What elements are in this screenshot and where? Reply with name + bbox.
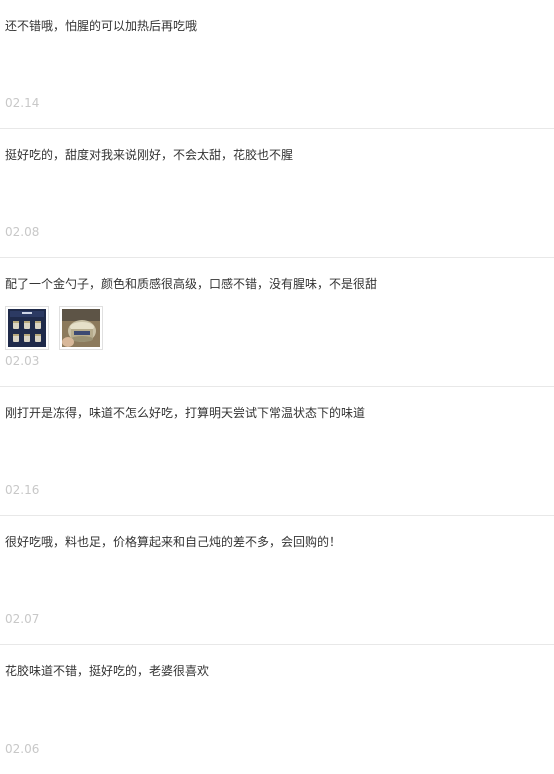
gift-box-photo <box>8 309 46 347</box>
review-item: 还不错哦，怕腥的可以加热后再吃哦 02.14 <box>0 0 554 129</box>
review-photos <box>5 306 103 350</box>
review-text: 很好吃哦，料也足，价格算起来和自己炖的差不多，会回购的！ <box>5 535 342 549</box>
review-date: 02.16 <box>5 483 40 497</box>
review-list: 还不错哦，怕腥的可以加热后再吃哦 02.14 挺好吃的，甜度对我来说刚好，不会太… <box>0 0 554 774</box>
review-item: 很好吃哦，料也足，价格算起来和自己炖的差不多，会回购的！ 02.07 <box>0 516 554 645</box>
review-date: 02.08 <box>5 225 40 239</box>
review-text: 刚打开是冻得，味道不怎么好吃，打算明天尝试下常温状态下的味道 <box>5 406 366 420</box>
review-item: 花胶味道不错，挺好吃的，老婆很喜欢 02.06 <box>0 645 554 774</box>
review-date: 02.07 <box>5 612 40 626</box>
review-text: 挺好吃的，甜度对我来说刚好，不会太甜，花胶也不腥 <box>5 148 294 162</box>
review-photo-gift-box[interactable] <box>5 306 49 350</box>
review-photo-jar[interactable] <box>59 306 103 350</box>
review-item: 刚打开是冻得，味道不怎么好吃，打算明天尝试下常温状态下的味道 02.16 <box>0 387 554 516</box>
review-date: 02.14 <box>5 96 40 110</box>
jar-photo <box>62 309 100 347</box>
review-text: 还不错哦，怕腥的可以加热后再吃哦 <box>5 19 198 33</box>
review-text: 花胶味道不错，挺好吃的，老婆很喜欢 <box>5 664 210 678</box>
review-date: 02.06 <box>5 742 40 756</box>
review-item: 配了一个金勺子，颜色和质感很高级，口感不错，没有腥味，不是很甜 02.03 <box>0 258 554 387</box>
review-date: 02.03 <box>5 354 40 368</box>
review-text: 配了一个金勺子，颜色和质感很高级，口感不错，没有腥味，不是很甜 <box>5 277 378 291</box>
review-item: 挺好吃的，甜度对我来说刚好，不会太甜，花胶也不腥 02.08 <box>0 129 554 258</box>
